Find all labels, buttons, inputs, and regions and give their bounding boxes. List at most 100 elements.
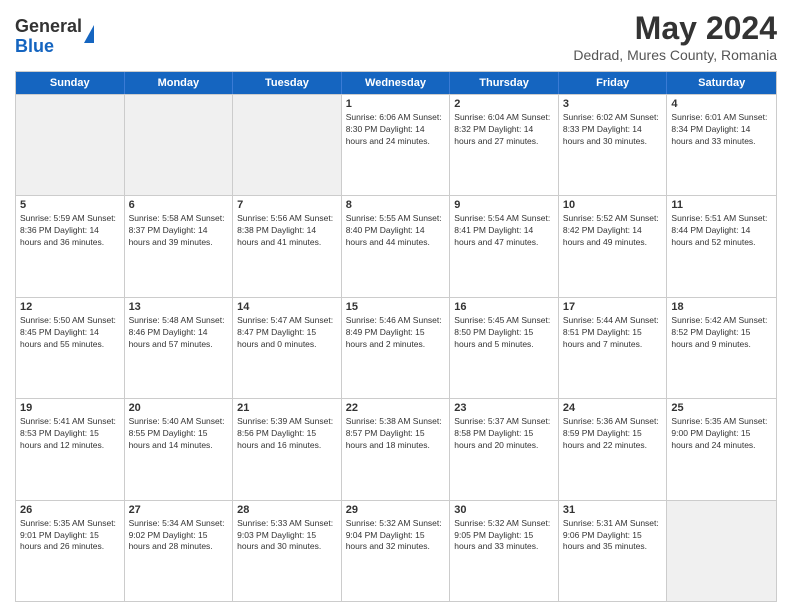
calendar-cell: 1 Sunrise: 6:06 AM Sunset: 8:30 PM Daylig… (342, 95, 451, 195)
calendar-cell: 27 Sunrise: 5:34 AM Sunset: 9:02 PM Dayli… (125, 501, 234, 601)
day-number: 29 (346, 504, 446, 516)
calendar-cell: 6 Sunrise: 5:58 AM Sunset: 8:37 PM Daylig… (125, 196, 234, 296)
cell-info: Sunrise: 5:46 AM Sunset: 8:49 PM Dayligh… (346, 315, 446, 351)
header-day: Sunday (16, 72, 125, 94)
day-number: 1 (346, 98, 446, 110)
calendar-cell: 3Sunrise: 6:02 AM Sunset: 8:33 PM Daylig… (559, 95, 668, 195)
cell-info: Sunrise: 5:44 AM Sunset: 8:51 PM Dayligh… (563, 315, 663, 351)
calendar-cell: 12 Sunrise: 5:50 AM Sunset: 8:45 PM Dayli… (16, 298, 125, 398)
calendar-cell: 28 Sunrise: 5:33 AM Sunset: 9:03 PM Dayli… (233, 501, 342, 601)
calendar-row: 1 Sunrise: 6:06 AM Sunset: 8:30 PM Daylig… (16, 94, 776, 195)
calendar-header: SundayMondayTuesdayWednesdayThursdayFrid… (16, 72, 776, 94)
day-number: 8 (346, 199, 446, 211)
calendar-cell: 26 Sunrise: 5:35 AM Sunset: 9:01 PM Dayli… (16, 501, 125, 601)
calendar-cell: 19Sunrise: 5:41 AM Sunset: 8:53 PM Dayli… (16, 399, 125, 499)
cell-info: Sunrise: 5:50 AM Sunset: 8:45 PM Dayligh… (20, 315, 120, 351)
logo-icon (84, 25, 94, 43)
day-number: 12 (20, 301, 120, 313)
day-number: 4 (671, 98, 772, 110)
cell-info: Sunrise: 5:59 AM Sunset: 8:36 PM Dayligh… (20, 213, 120, 249)
day-number: 27 (129, 504, 229, 516)
cell-info: Sunrise: 5:31 AM Sunset: 9:06 PM Dayligh… (563, 518, 663, 554)
logo-general: General (15, 17, 82, 37)
cell-info: Sunrise: 5:45 AM Sunset: 8:50 PM Dayligh… (454, 315, 554, 351)
day-number: 6 (129, 199, 229, 211)
calendar-cell: 29 Sunrise: 5:32 AM Sunset: 9:04 PM Dayli… (342, 501, 451, 601)
day-number: 10 (563, 199, 663, 211)
cell-info: Sunrise: 5:32 AM Sunset: 9:04 PM Dayligh… (346, 518, 446, 554)
calendar-cell: 13 Sunrise: 5:48 AM Sunset: 8:46 PM Dayli… (125, 298, 234, 398)
day-number: 18 (671, 301, 772, 313)
calendar: SundayMondayTuesdayWednesdayThursdayFrid… (15, 71, 777, 602)
header-day: Saturday (667, 72, 776, 94)
calendar-cell: 30Sunrise: 5:32 AM Sunset: 9:05 PM Dayli… (450, 501, 559, 601)
calendar-row: 5Sunrise: 5:59 AM Sunset: 8:36 PM Daylig… (16, 195, 776, 296)
day-number: 14 (237, 301, 337, 313)
calendar-cell: 25 Sunrise: 5:35 AM Sunset: 9:00 PM Dayli… (667, 399, 776, 499)
cell-info: Sunrise: 5:41 AM Sunset: 8:53 PM Dayligh… (20, 416, 120, 452)
calendar-row: 12 Sunrise: 5:50 AM Sunset: 8:45 PM Dayli… (16, 297, 776, 398)
header-day: Tuesday (233, 72, 342, 94)
day-number: 31 (563, 504, 663, 516)
calendar-cell: 15 Sunrise: 5:46 AM Sunset: 8:49 PM Dayli… (342, 298, 451, 398)
day-number: 7 (237, 199, 337, 211)
header-day: Monday (125, 72, 234, 94)
calendar-cell: 16 Sunrise: 5:45 AM Sunset: 8:50 PM Dayli… (450, 298, 559, 398)
day-number: 20 (129, 402, 229, 414)
logo-text: General Blue (15, 17, 82, 57)
day-number: 15 (346, 301, 446, 313)
calendar-cell: 2Sunrise: 6:04 AM Sunset: 8:32 PM Daylig… (450, 95, 559, 195)
cell-info: Sunrise: 5:54 AM Sunset: 8:41 PM Dayligh… (454, 213, 554, 249)
calendar-row: 19Sunrise: 5:41 AM Sunset: 8:53 PM Dayli… (16, 398, 776, 499)
cell-info: Sunrise: 5:51 AM Sunset: 8:44 PM Dayligh… (671, 213, 772, 249)
cell-info: Sunrise: 5:33 AM Sunset: 9:03 PM Dayligh… (237, 518, 337, 554)
calendar-body: 1 Sunrise: 6:06 AM Sunset: 8:30 PM Daylig… (16, 94, 776, 601)
cell-info: Sunrise: 5:42 AM Sunset: 8:52 PM Dayligh… (671, 315, 772, 351)
calendar-cell: 10 Sunrise: 5:52 AM Sunset: 8:42 PM Dayli… (559, 196, 668, 296)
header: General Blue May 2024 Dedrad, Mures Coun… (15, 10, 777, 63)
cell-info: Sunrise: 5:40 AM Sunset: 8:55 PM Dayligh… (129, 416, 229, 452)
logo: General Blue (15, 17, 94, 57)
day-number: 2 (454, 98, 554, 110)
calendar-cell: 14Sunrise: 5:47 AM Sunset: 8:47 PM Dayli… (233, 298, 342, 398)
day-number: 21 (237, 402, 337, 414)
cell-info: Sunrise: 5:36 AM Sunset: 8:59 PM Dayligh… (563, 416, 663, 452)
cell-info: Sunrise: 5:52 AM Sunset: 8:42 PM Dayligh… (563, 213, 663, 249)
cell-info: Sunrise: 5:35 AM Sunset: 9:00 PM Dayligh… (671, 416, 772, 452)
location: Dedrad, Mures County, Romania (573, 47, 777, 63)
cell-info: Sunrise: 6:06 AM Sunset: 8:30 PM Dayligh… (346, 112, 446, 148)
cell-info: Sunrise: 5:48 AM Sunset: 8:46 PM Dayligh… (129, 315, 229, 351)
cell-info: Sunrise: 5:37 AM Sunset: 8:58 PM Dayligh… (454, 416, 554, 452)
day-number: 25 (671, 402, 772, 414)
cell-info: Sunrise: 6:01 AM Sunset: 8:34 PM Dayligh… (671, 112, 772, 148)
day-number: 13 (129, 301, 229, 313)
day-number: 16 (454, 301, 554, 313)
calendar-cell: 7 Sunrise: 5:56 AM Sunset: 8:38 PM Daylig… (233, 196, 342, 296)
calendar-cell: 23 Sunrise: 5:37 AM Sunset: 8:58 PM Dayli… (450, 399, 559, 499)
day-number: 9 (454, 199, 554, 211)
title-section: May 2024 Dedrad, Mures County, Romania (573, 10, 777, 63)
day-number: 3 (563, 98, 663, 110)
day-number: 17 (563, 301, 663, 313)
day-number: 28 (237, 504, 337, 516)
calendar-cell: 4 Sunrise: 6:01 AM Sunset: 8:34 PM Daylig… (667, 95, 776, 195)
calendar-cell: 31 Sunrise: 5:31 AM Sunset: 9:06 PM Dayli… (559, 501, 668, 601)
header-day: Wednesday (342, 72, 451, 94)
calendar-cell (16, 95, 125, 195)
calendar-cell (125, 95, 234, 195)
cell-info: Sunrise: 5:35 AM Sunset: 9:01 PM Dayligh… (20, 518, 120, 554)
page: General Blue May 2024 Dedrad, Mures Coun… (0, 0, 792, 612)
calendar-cell: 5Sunrise: 5:59 AM Sunset: 8:36 PM Daylig… (16, 196, 125, 296)
cell-info: Sunrise: 5:56 AM Sunset: 8:38 PM Dayligh… (237, 213, 337, 249)
calendar-cell: 24Sunrise: 5:36 AM Sunset: 8:59 PM Dayli… (559, 399, 668, 499)
day-number: 23 (454, 402, 554, 414)
cell-info: Sunrise: 5:32 AM Sunset: 9:05 PM Dayligh… (454, 518, 554, 554)
calendar-cell: 8 Sunrise: 5:55 AM Sunset: 8:40 PM Daylig… (342, 196, 451, 296)
day-number: 26 (20, 504, 120, 516)
cell-info: Sunrise: 5:55 AM Sunset: 8:40 PM Dayligh… (346, 213, 446, 249)
cell-info: Sunrise: 5:58 AM Sunset: 8:37 PM Dayligh… (129, 213, 229, 249)
calendar-cell: 17 Sunrise: 5:44 AM Sunset: 8:51 PM Dayli… (559, 298, 668, 398)
calendar-cell: 20 Sunrise: 5:40 AM Sunset: 8:55 PM Dayli… (125, 399, 234, 499)
header-day: Friday (559, 72, 668, 94)
cell-info: Sunrise: 5:34 AM Sunset: 9:02 PM Dayligh… (129, 518, 229, 554)
